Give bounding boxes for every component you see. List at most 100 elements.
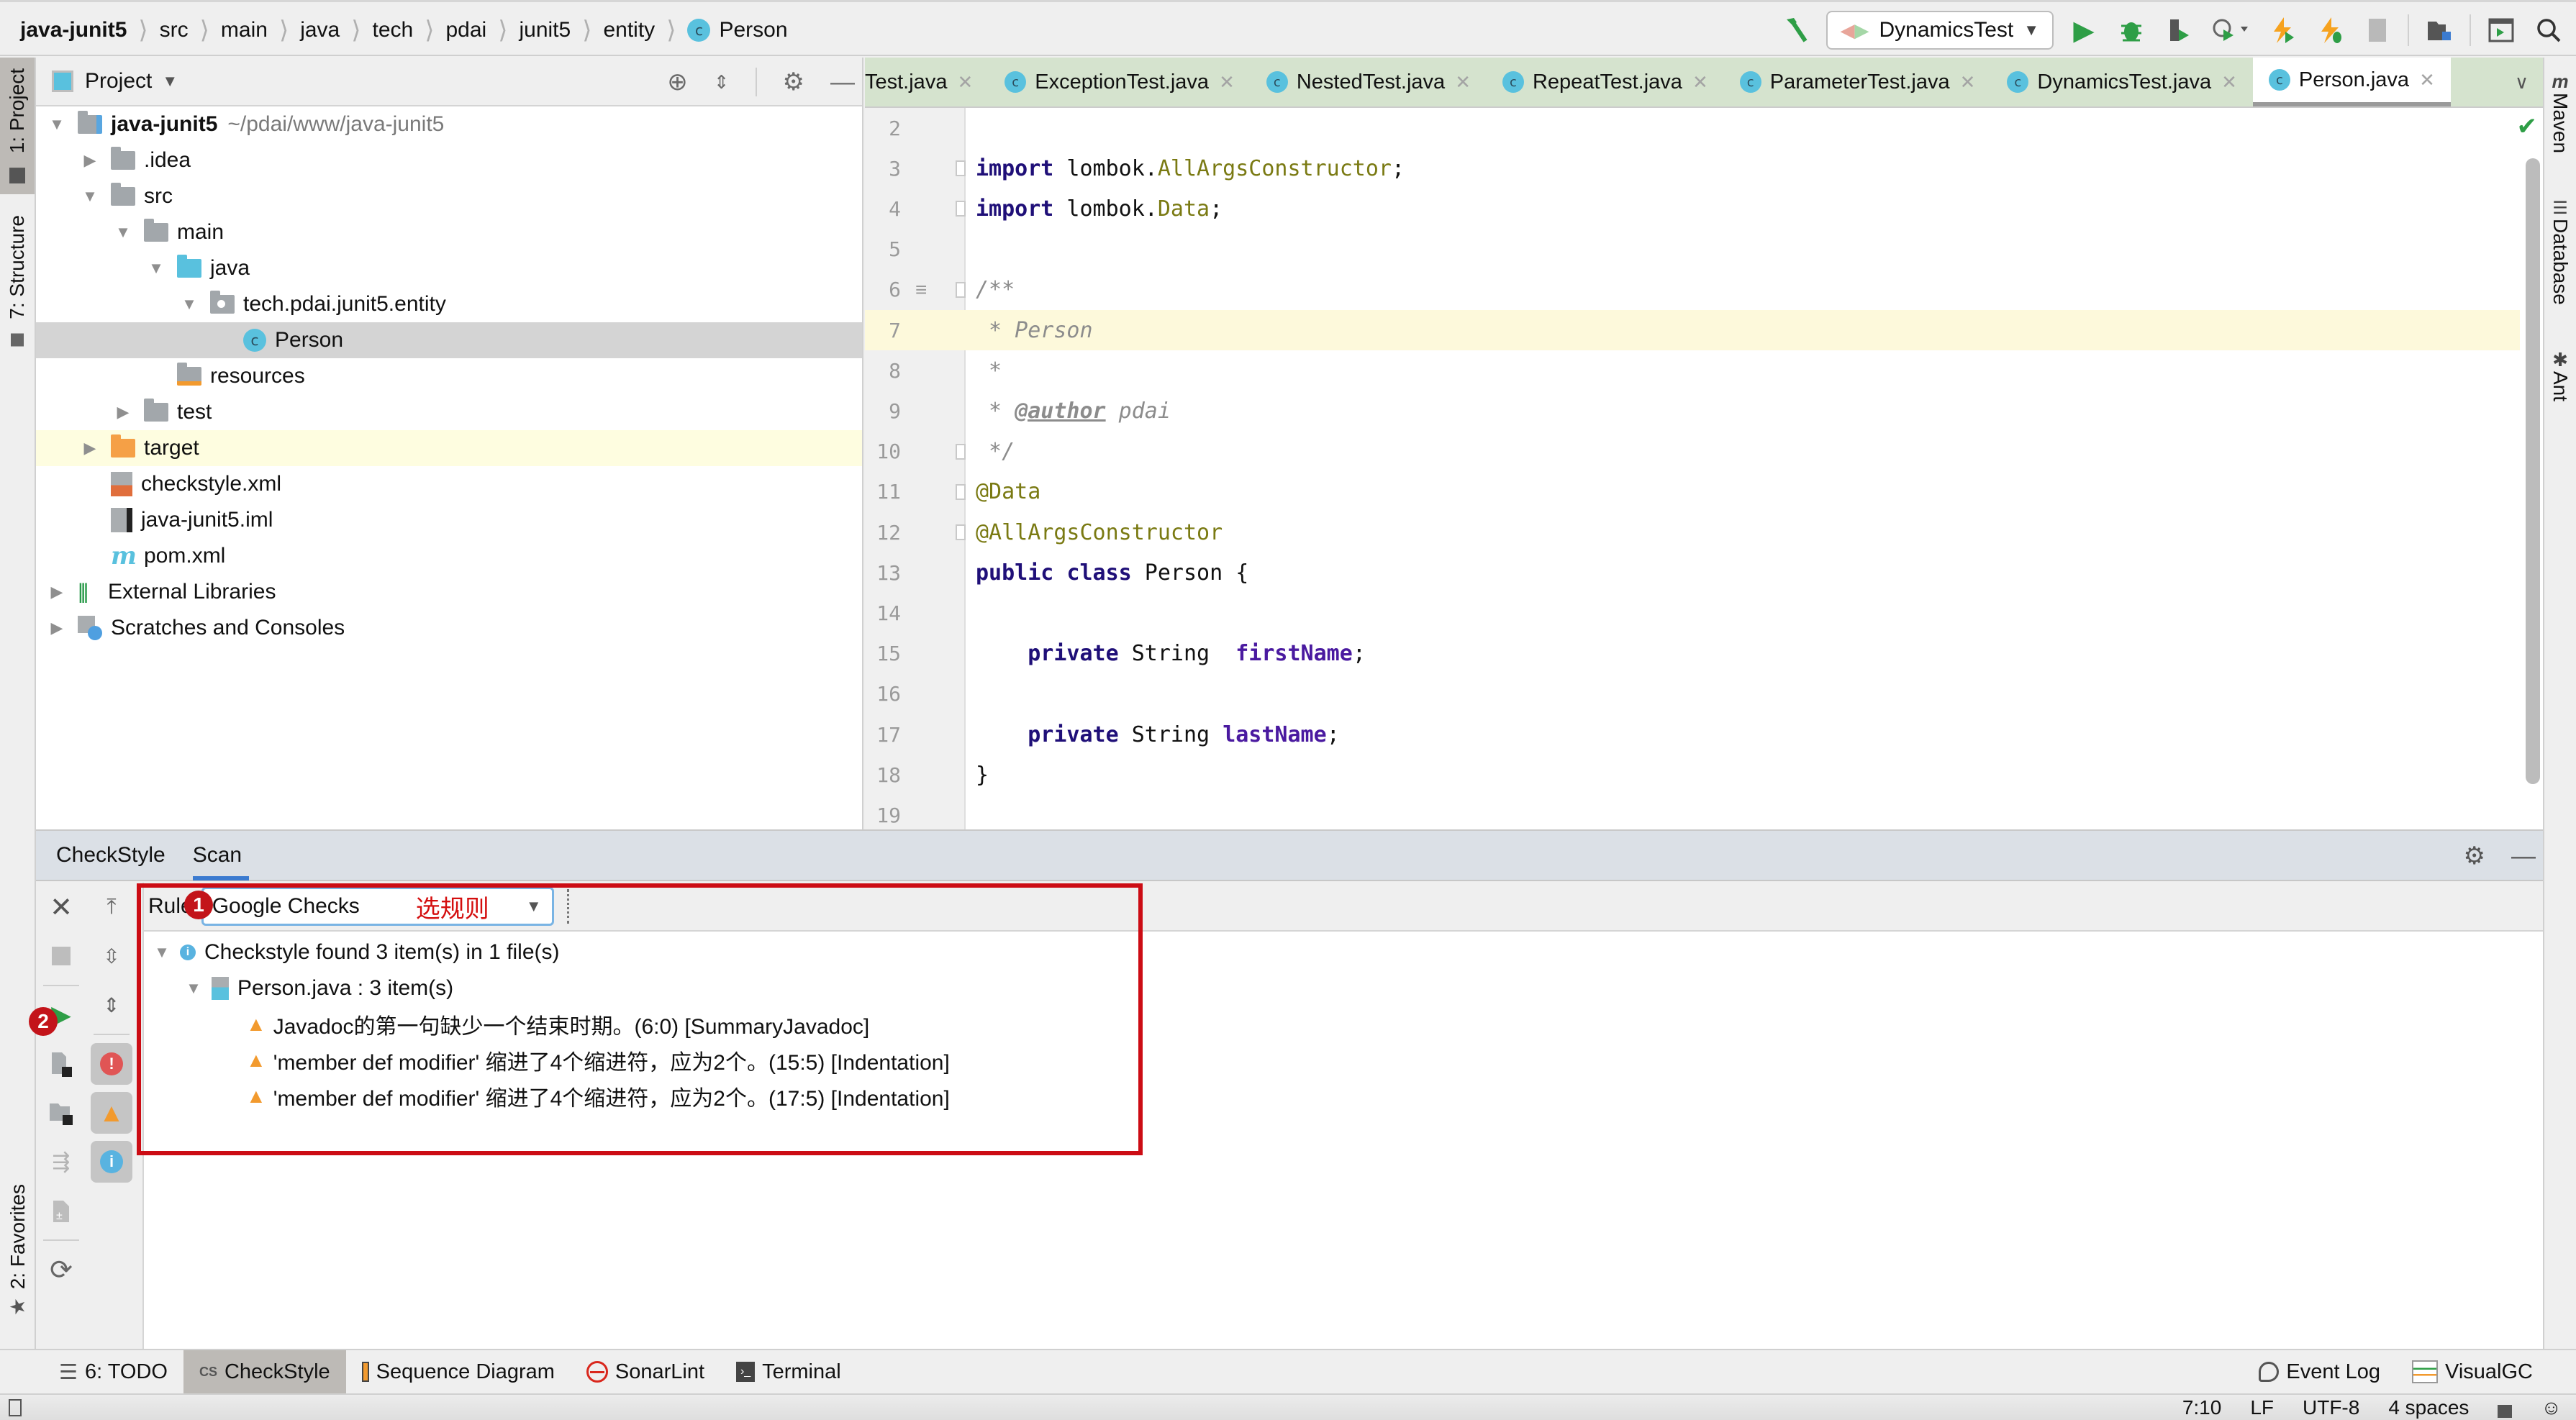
- run-anything-icon[interactable]: [2484, 13, 2518, 47]
- tool-window-project-tab[interactable]: 1: Project: [0, 58, 35, 194]
- editor-tab[interactable]: c Person.java ✕: [2252, 58, 2451, 106]
- collapse-arrow-icon[interactable]: ▼: [145, 259, 167, 278]
- editor-tab[interactable]: Test.java ✕: [865, 58, 989, 106]
- collapse-all-icon[interactable]: ⇕: [91, 984, 132, 1026]
- code-line[interactable]: 4 import lombok.Data;: [865, 188, 2520, 229]
- tree-item[interactable]: ▼ tech.pdai.junit5.entity: [36, 286, 862, 322]
- collapse-arrow-icon[interactable]: ▼: [112, 223, 134, 242]
- run-configuration-select[interactable]: ◀▶ DynamicsTest ▼: [1826, 11, 2054, 50]
- line-separator[interactable]: LF: [2250, 1396, 2274, 1419]
- expand-arrow-icon[interactable]: ▼: [151, 943, 173, 962]
- event-log-button[interactable]: Event Log: [2243, 1350, 2396, 1393]
- collapse-all-icon[interactable]: ⇕: [714, 71, 730, 94]
- close-tab-icon[interactable]: ✕: [1219, 71, 1235, 94]
- breadcrumb-item[interactable]: src ⟩: [160, 16, 221, 45]
- breadcrumb-item[interactable]: pdai ⟩: [446, 16, 520, 45]
- toggle-tool-windows-icon[interactable]: [9, 1398, 22, 1416]
- indent-setting[interactable]: 4 spaces: [2388, 1396, 2469, 1419]
- visualgc-button[interactable]: VisualGC: [2396, 1350, 2576, 1393]
- breadcrumb-item[interactable]: java ⟩: [300, 16, 372, 45]
- breadcrumb-item[interactable]: junit5 ⟩: [519, 16, 603, 45]
- stop-icon[interactable]: [2360, 13, 2395, 47]
- editor-tab[interactable]: c NestedTest.java ✕: [1251, 58, 1487, 106]
- results-file-row[interactable]: ▼ Person.java : 3 item(s): [144, 970, 2543, 1006]
- show-errors-toggle[interactable]: !: [91, 1043, 132, 1085]
- editor-tab[interactable]: c ExceptionTest.java ✕: [989, 58, 1251, 106]
- tree-item[interactable]: ▶ test: [36, 394, 862, 430]
- profile-icon[interactable]: [2209, 13, 2252, 47]
- tool-window-database-tab[interactable]: ☰ Database: [2544, 198, 2576, 305]
- tree-item[interactable]: ▶java-junit5.iml: [36, 502, 862, 538]
- debug-icon[interactable]: [2114, 13, 2149, 47]
- expand-arrow-icon[interactable]: ▼: [183, 979, 204, 998]
- editor-tab[interactable]: c DynamicsTest.java ✕: [1991, 58, 2253, 106]
- close-icon[interactable]: ✕: [40, 886, 82, 928]
- gear-icon[interactable]: ⚙: [783, 68, 804, 96]
- tool-window-favorites-tab[interactable]: ★ 2: Favorites: [0, 1180, 35, 1324]
- expand-all-icon[interactable]: ⇳: [91, 935, 132, 977]
- close-tab-icon[interactable]: ✕: [2419, 69, 2435, 91]
- tree-item[interactable]: ▼ java: [36, 250, 862, 286]
- code-line[interactable]: 10 */: [865, 432, 2520, 472]
- collapse-arrow-icon[interactable]: ▼: [178, 295, 200, 314]
- file-encoding[interactable]: UTF-8: [2303, 1396, 2359, 1419]
- tree-item[interactable]: ▶resources: [36, 358, 862, 394]
- hide-panel-icon[interactable]: —: [830, 68, 855, 96]
- tool-window-terminal-button[interactable]: ›_ Terminal: [720, 1350, 857, 1393]
- tree-item[interactable]: ▶ Scratches and Consoles: [36, 610, 862, 646]
- hide-panel-icon[interactable]: —: [2511, 842, 2536, 870]
- run-icon[interactable]: ▶: [2067, 13, 2101, 47]
- collapse-arrow-icon[interactable]: ▼: [79, 187, 101, 206]
- rules-select[interactable]: Google Checks 选规则 ▼: [201, 887, 554, 926]
- result-item[interactable]: ▲ 'member def modifier' 缩进了4个缩进符，应为2个。(1…: [144, 1042, 2543, 1078]
- code-line[interactable]: 16: [865, 674, 2520, 714]
- code-line[interactable]: 8 *: [865, 350, 2520, 391]
- result-item[interactable]: ▲ Javadoc的第一句缺少一个结束时期。(6:0) [SummaryJava…: [144, 1006, 2543, 1042]
- tree-item[interactable]: ▼ src: [36, 178, 862, 214]
- fold-end-icon[interactable]: [956, 201, 966, 217]
- tree-item[interactable]: ▶ .idea: [36, 142, 862, 178]
- code-line[interactable]: 2: [865, 108, 2520, 148]
- fold-end-icon[interactable]: [956, 524, 966, 540]
- code-line[interactable]: 6 ≡ /**: [865, 270, 2520, 310]
- show-warnings-toggle[interactable]: ▲: [91, 1092, 132, 1134]
- inspector-avatar-icon[interactable]: ☺: [2541, 1396, 2562, 1419]
- render-doc-icon[interactable]: ≡: [915, 278, 927, 301]
- code-line[interactable]: 17 private String lastName;: [865, 714, 2520, 755]
- close-tab-icon[interactable]: ✕: [2221, 71, 2237, 94]
- tree-item[interactable]: ▶checkstyle.xml: [36, 466, 862, 502]
- results-summary-row[interactable]: ▼ i Checkstyle found 3 item(s) in 1 file…: [144, 934, 2543, 970]
- close-tab-icon[interactable]: ✕: [1692, 71, 1708, 94]
- code-editor[interactable]: 2 3 import lombok.AllArgsConstructor; 4 impo…: [865, 108, 2543, 829]
- code-line[interactable]: 13 public class Person {: [865, 552, 2520, 593]
- fold-start-icon[interactable]: [956, 281, 966, 298]
- fold-start-icon[interactable]: [956, 160, 966, 177]
- check-modified-files-icon[interactable]: ⇶: [40, 1141, 82, 1183]
- locate-file-icon[interactable]: ⊕: [667, 68, 688, 96]
- tab-checkstyle[interactable]: CheckStyle: [46, 830, 183, 880]
- tree-item[interactable]: ▼ java-junit5 ~/pdai/www/java-junit5: [36, 106, 862, 142]
- breadcrumb-item[interactable]: tech ⟩: [373, 16, 446, 45]
- check-project-icon[interactable]: [40, 1092, 82, 1134]
- caret-position[interactable]: 7:10: [2182, 1396, 2222, 1419]
- tree-item[interactable]: ▶cPerson: [36, 322, 862, 358]
- check-changelist-icon[interactable]: ±: [40, 1190, 82, 1232]
- code-line[interactable]: 14: [865, 593, 2520, 633]
- code-line[interactable]: 7 * Person: [865, 310, 2520, 350]
- editor-tab[interactable]: c RepeatTest.java ✕: [1487, 58, 1724, 106]
- breadcrumb-item[interactable]: java-junit5 ⟩: [20, 16, 160, 45]
- chevron-down-icon[interactable]: ▼: [162, 72, 178, 91]
- project-structure-icon[interactable]: [2422, 13, 2457, 47]
- code-line[interactable]: 18}: [865, 755, 2520, 795]
- tool-window-sonarlint-button[interactable]: SonarLint: [571, 1350, 720, 1393]
- expand-arrow-icon[interactable]: ▶: [46, 619, 68, 637]
- refresh-icon[interactable]: ⟳: [40, 1249, 82, 1291]
- editor-vertical-scrollbar[interactable]: [2526, 158, 2540, 784]
- code-line[interactable]: 3 import lombok.AllArgsConstructor;: [865, 148, 2520, 188]
- tree-item[interactable]: ▼ main: [36, 214, 862, 250]
- search-icon[interactable]: [2531, 13, 2566, 47]
- fold-end-icon[interactable]: [956, 443, 966, 460]
- close-tab-icon[interactable]: ✕: [1455, 71, 1471, 94]
- hot-reload-run-icon[interactable]: [2265, 13, 2300, 47]
- tree-item[interactable]: ▶ target: [36, 430, 862, 466]
